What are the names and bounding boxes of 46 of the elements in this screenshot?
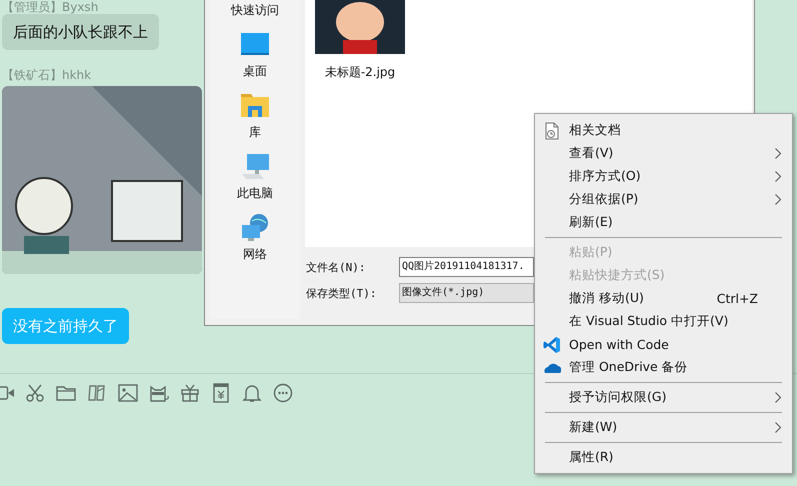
- file-name-field[interactable]: QQ图片20191104181317.: [399, 257, 534, 277]
- menu-item[interactable]: 撤消 移动(U) Ctrl+Z: [537, 287, 790, 310]
- nav-item[interactable]: 此电脑: [231, 150, 279, 202]
- bell-icon[interactable]: [242, 383, 262, 403]
- nav-item[interactable]: 快速访问: [225, 1, 285, 19]
- nav-item[interactable]: 网络: [234, 211, 276, 263]
- folder-icon: [240, 91, 270, 119]
- nav-item[interactable]: 桌面: [234, 28, 276, 80]
- sender-name: 【管理员】Byxsh: [2, 0, 98, 14]
- menu-item[interactable]: 刷新(E): [537, 211, 790, 234]
- nav-label: 此电脑: [237, 186, 273, 200]
- computer-icon: [240, 152, 270, 180]
- tiles-icon[interactable]: [87, 383, 107, 403]
- file-name[interactable]: 未标题-2.jpg: [324, 64, 396, 81]
- menu-item[interactable]: 排序方式(O): [537, 165, 790, 188]
- menu-item[interactable]: 管理 OneDrive 备份: [537, 356, 790, 379]
- nav-label: 网络: [243, 247, 267, 261]
- document-icon: [543, 122, 561, 140]
- shortcut-text: Ctrl+Z: [716, 291, 759, 306]
- nav-label: 桌面: [243, 64, 267, 78]
- field-label: 文件名(N):: [305, 260, 366, 274]
- yen-card-icon[interactable]: [211, 383, 231, 403]
- file-type-dropdown[interactable]: 图像文件(*.jpg): [399, 283, 534, 303]
- menu-item[interactable]: 查看(V): [537, 142, 790, 165]
- monitor-icon: [240, 30, 270, 58]
- image-icon[interactable]: [118, 383, 138, 403]
- nav-item[interactable]: 库: [234, 89, 276, 141]
- gift-icon[interactable]: [180, 383, 200, 403]
- more-icon[interactable]: [273, 383, 293, 403]
- message-bubble: 没有之前持久了: [2, 308, 129, 344]
- code-editor-icon: [543, 336, 561, 354]
- message-bubble: 后面的小队长跟不上: [2, 14, 159, 50]
- menu-item[interactable]: 相关文档: [537, 119, 790, 142]
- menu-item[interactable]: Open with Code: [537, 333, 790, 356]
- thumbnail-image[interactable]: [315, 0, 405, 54]
- sender-name: 【铁矿石】hkhk: [2, 68, 92, 82]
- field-label: 保存类型(T):: [305, 286, 378, 300]
- menu-item[interactable]: 新建(W): [537, 416, 790, 439]
- menu-item[interactable]: 属性(R): [537, 446, 790, 469]
- menu-item[interactable]: 分组依据(P): [537, 188, 790, 211]
- cat-icon[interactable]: [149, 383, 169, 403]
- nav-label: 库: [249, 125, 261, 139]
- network-icon: [240, 213, 270, 241]
- menu-item[interactable]: 在 Visual Studio 中打开(V): [537, 310, 790, 333]
- menu-item[interactable]: 授予访问权限(G): [537, 386, 790, 409]
- scissors-icon[interactable]: [25, 383, 45, 403]
